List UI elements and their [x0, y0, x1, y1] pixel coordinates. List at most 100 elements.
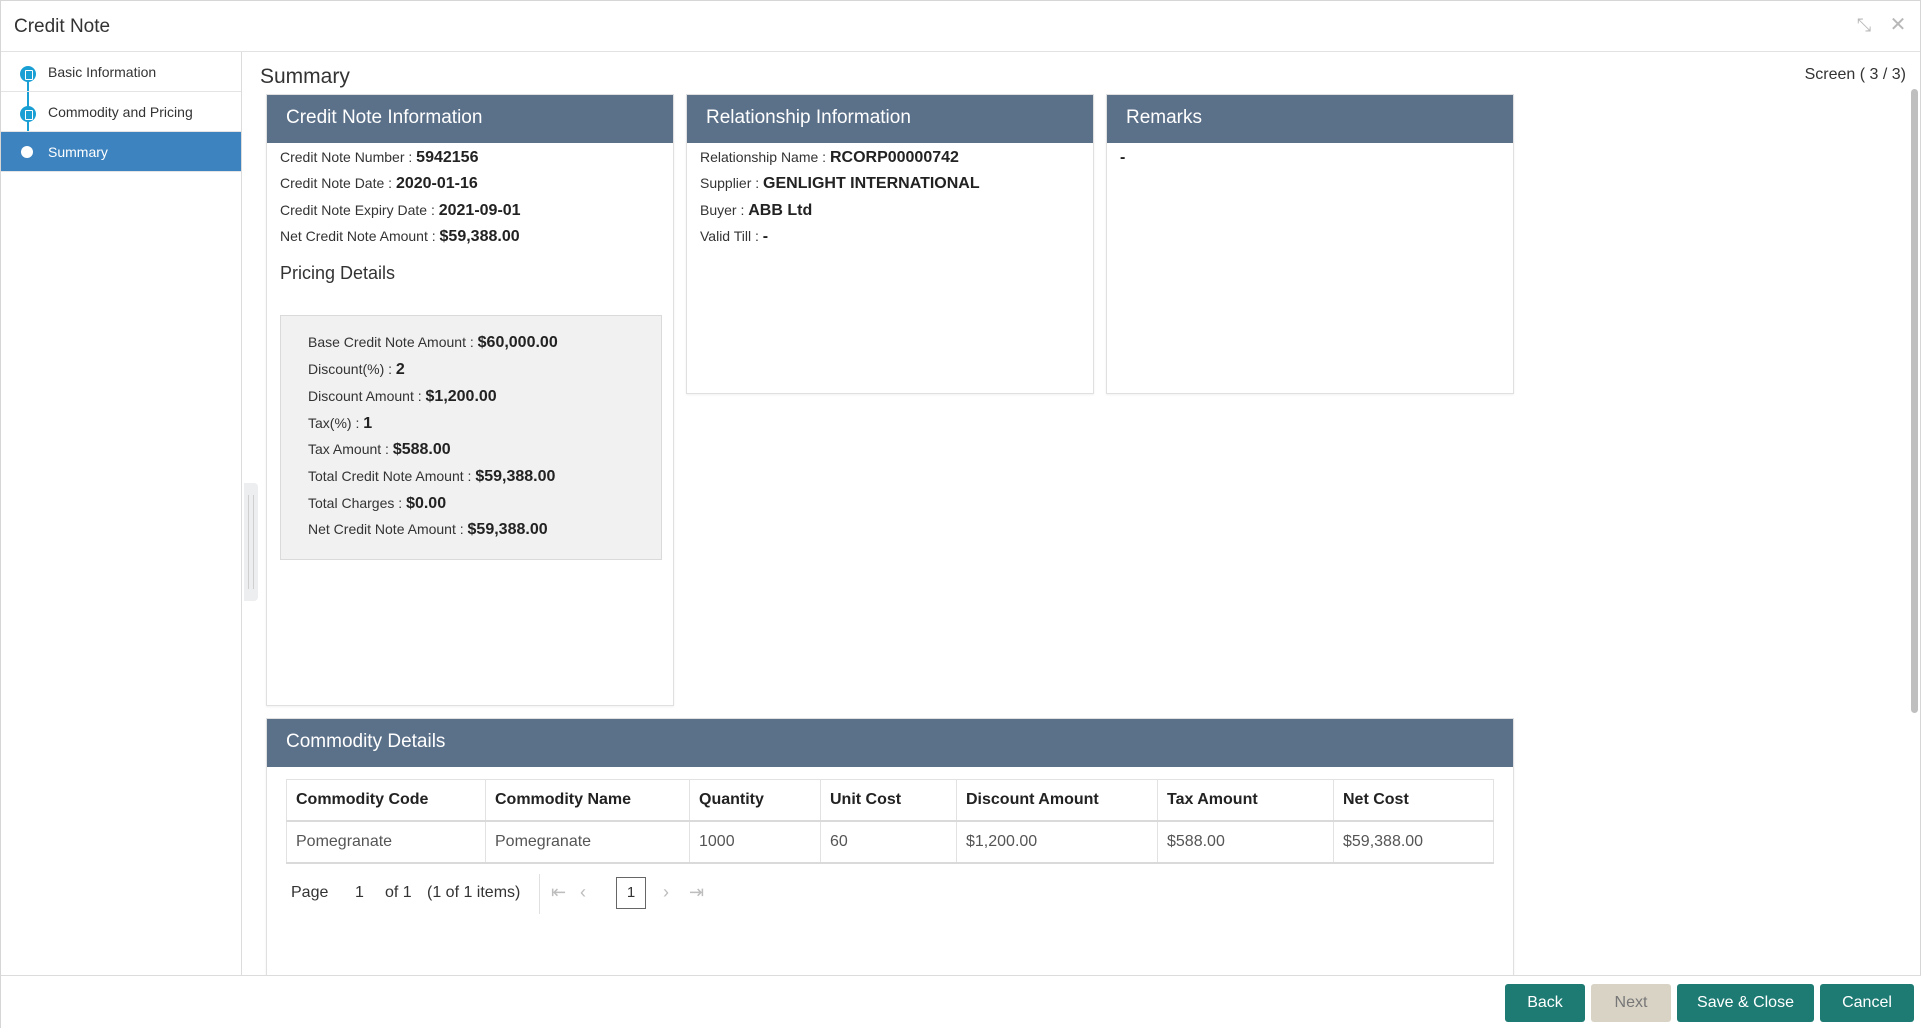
field-label: Discount Amount : [308, 388, 426, 404]
field-value: ABB Ltd [748, 202, 813, 219]
pricing-row: Base Credit Note Amount : $60,000.00 [308, 334, 558, 352]
column-header[interactable]: Net Cost [1333, 779, 1494, 822]
step-done-icon [20, 66, 36, 82]
field-value: 2021-09-01 [438, 202, 521, 219]
field-label: Credit Note Expiry Date : [280, 202, 439, 218]
screen-counter: Screen ( 3 / 3) [1804, 66, 1906, 83]
sidebar-item-label: Commodity and Pricing [48, 104, 193, 120]
pricing-details-box: Base Credit Note Amount : $60,000.00 Dis… [280, 315, 662, 560]
pricing-row: Discount(%) : 2 [308, 361, 405, 379]
page-title: Summary [260, 65, 350, 88]
credit-note-date: Credit Note Date : 2020-01-16 [280, 175, 478, 193]
buyer: Buyer : ABB Ltd [700, 202, 812, 220]
sidebar-item-basic-information[interactable]: Basic Information [1, 52, 241, 92]
relationship-info-card: Relationship Information Relationship Na… [686, 94, 1094, 394]
table-cell: $1,200.00 [956, 820, 1158, 864]
items-count: (1 of 1 items) [427, 884, 521, 901]
field-value: $60,000.00 [477, 334, 558, 351]
field-value: - [1120, 149, 1126, 166]
table-cell: $588.00 [1157, 820, 1334, 864]
first-page-icon[interactable]: ⇤ [551, 882, 566, 903]
pricing-row: Tax(%) : 1 [308, 415, 372, 433]
field-label: Discount(%) : [308, 361, 396, 377]
valid-till: Valid Till : - [700, 228, 768, 246]
next-button[interactable]: Next [1591, 984, 1671, 1022]
field-label: Credit Note Date : [280, 175, 396, 191]
sidebar-item-commodity-and-pricing[interactable]: Commodity and Pricing [1, 92, 241, 132]
vertical-scrollbar[interactable] [1911, 89, 1918, 713]
field-label: Net Credit Note Amount : [308, 521, 468, 537]
pricing-row: Tax Amount : $588.00 [308, 441, 451, 459]
current-page-button[interactable]: 1 [616, 877, 646, 909]
title-bar: Credit Note ⤡ ✕ [1, 1, 1920, 52]
wizard-sidebar: Basic Information Commodity and Pricing … [1, 52, 242, 976]
page-number-input[interactable]: 1 [355, 884, 364, 902]
card-heading: Remarks [1107, 95, 1513, 143]
last-page-icon[interactable]: ⇥ [689, 882, 704, 903]
field-value: $1,200.00 [425, 388, 497, 405]
next-page-icon[interactable]: › [663, 882, 669, 903]
pricing-row: Net Credit Note Amount : $59,388.00 [308, 521, 548, 539]
sidebar-item-label: Basic Information [48, 64, 157, 80]
field-label: Relationship Name : [700, 149, 830, 165]
field-label: Buyer : [700, 202, 749, 218]
column-header[interactable]: Commodity Code [286, 779, 486, 822]
table-cell: Pomegranate [286, 820, 486, 864]
field-value: $588.00 [392, 441, 451, 458]
relationship-name: Relationship Name : RCORP00000742 [700, 149, 959, 167]
field-label: Total Charges : [308, 495, 407, 511]
remarks-value: - [1120, 149, 1125, 167]
field-value: 5942156 [416, 149, 479, 166]
cancel-button[interactable]: Cancel [1820, 984, 1914, 1022]
pricing-details-title: Pricing Details [280, 263, 396, 283]
field-label: Valid Till : [700, 228, 763, 244]
pricing-row: Total Charges : $0.00 [308, 495, 446, 513]
footer-bar: Back Next Save & Close Cancel [1, 975, 1921, 1028]
prev-page-icon[interactable]: ‹ [580, 882, 586, 903]
column-header[interactable]: Quantity [689, 779, 821, 822]
field-value: $59,388.00 [439, 228, 520, 245]
supplier: Supplier : GENLIGHT INTERNATIONAL [700, 175, 980, 193]
field-value: RCORP00000742 [829, 149, 959, 166]
credit-note-expiry-date: Credit Note Expiry Date : 2021-09-01 [280, 202, 521, 220]
column-header[interactable]: Commodity Name [485, 779, 690, 822]
credit-note-number: Credit Note Number : 5942156 [280, 149, 478, 167]
credit-note-info-card: Credit Note Information Credit Note Numb… [266, 94, 674, 706]
column-header[interactable]: Tax Amount [1157, 779, 1334, 822]
field-label: Net Credit Note Amount : [280, 228, 440, 244]
table-cell: Pomegranate [485, 820, 690, 864]
field-value: $0.00 [406, 495, 447, 512]
card-heading: Commodity Details [267, 719, 1513, 767]
field-value: GENLIGHT INTERNATIONAL [763, 175, 980, 192]
step-done-icon [20, 106, 36, 122]
field-value: - [762, 228, 769, 245]
field-label: Supplier : [700, 175, 764, 191]
back-button[interactable]: Back [1505, 984, 1585, 1022]
column-header[interactable]: Discount Amount [956, 779, 1158, 822]
pricing-row: Total Credit Note Amount : $59,388.00 [308, 468, 555, 486]
sidebar-collapse-handle[interactable] [244, 483, 258, 601]
pager-divider [539, 874, 540, 914]
card-heading: Credit Note Information [267, 95, 673, 143]
step-current-icon [21, 146, 33, 158]
field-value: 2020-01-16 [395, 175, 478, 192]
field-label: Tax(%) : [308, 415, 364, 431]
field-label: Base Credit Note Amount : [308, 334, 478, 350]
credit-note-window: Credit Note ⤡ ✕ Basic Information Commod… [0, 0, 1921, 1028]
field-value: $59,388.00 [475, 468, 556, 485]
table-cell: 1000 [689, 820, 821, 864]
remarks-card: Remarks - [1106, 94, 1514, 394]
table-header-row: Commodity Code Commodity Name Quantity U… [286, 779, 1494, 822]
close-icon[interactable]: ✕ [1888, 15, 1908, 35]
column-header[interactable]: Unit Cost [820, 779, 957, 822]
minimize-icon[interactable]: ⤡ [1854, 15, 1874, 35]
page-label: Page [291, 884, 329, 901]
save-close-button[interactable]: Save & Close [1677, 984, 1814, 1022]
table-cell: $59,388.00 [1333, 820, 1494, 864]
field-label: Tax Amount : [308, 441, 393, 457]
sidebar-item-summary[interactable]: Summary [1, 132, 241, 172]
field-value: $59,388.00 [467, 521, 548, 538]
table-row[interactable]: Pomegranate Pomegranate 1000 60 $1,200.0… [286, 820, 1494, 864]
field-label: Credit Note Number : [280, 149, 417, 165]
commodity-details-card: Commodity Details Commodity Code Commodi… [266, 718, 1514, 976]
